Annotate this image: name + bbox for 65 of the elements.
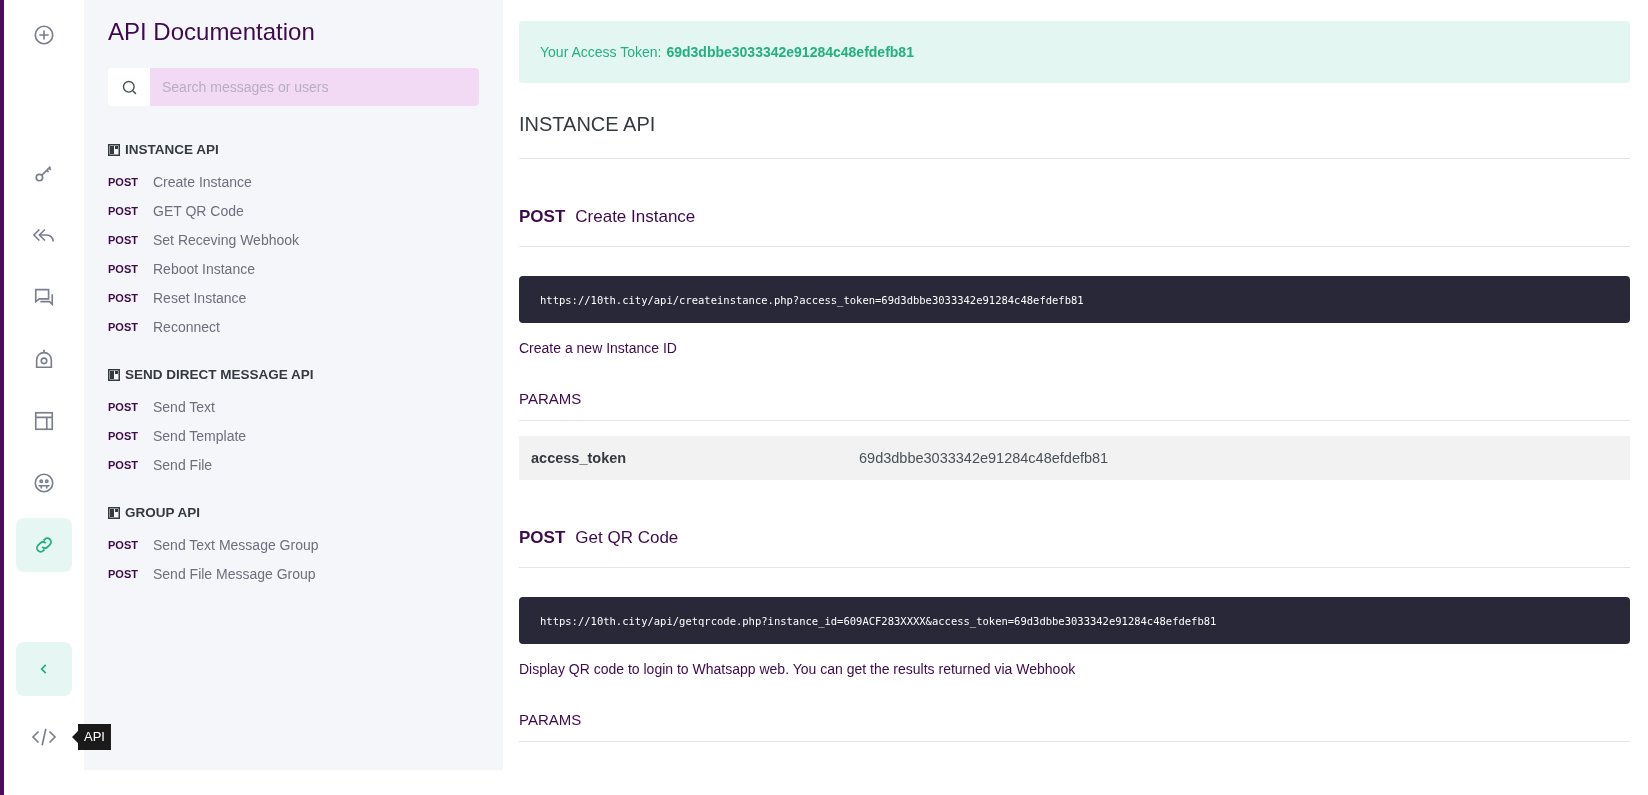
endpoint-label: Reboot Instance bbox=[153, 260, 255, 277]
method-label: POST bbox=[108, 567, 139, 580]
endpoint-description: Display QR code to login to Whatsapp web. You can get the results returned via Webhook bbox=[519, 661, 1077, 677]
endpoint-label: Send Text Message Group bbox=[153, 536, 319, 553]
tooltip: API bbox=[72, 724, 111, 750]
group-title: SEND DIRECT MESSAGE API bbox=[125, 367, 314, 382]
layout-icon bbox=[33, 410, 55, 432]
method-label: POST bbox=[108, 175, 139, 188]
endpoint-label: Create Instance bbox=[153, 173, 252, 190]
endpoint-label: Reset Instance bbox=[153, 289, 247, 306]
plus-circle-icon bbox=[33, 24, 55, 46]
group-title: GROUP API bbox=[125, 505, 200, 520]
group-title: INSTANCE API bbox=[125, 142, 219, 157]
params-heading: PARAMS bbox=[519, 711, 583, 728]
url-text: https://10th.city/api/createinstance.php?access_token=69d3dbbe3033342e91284c48efdefb81 bbox=[540, 293, 1084, 306]
endpoint-link[interactable]: POST Send Template bbox=[108, 421, 479, 450]
endpoint-label: Send Text bbox=[153, 398, 215, 415]
endpoint-link[interactable]: POST Reboot Instance bbox=[108, 254, 479, 283]
method-label: POST bbox=[108, 204, 139, 217]
method-label: POST bbox=[108, 538, 139, 551]
webcam-icon bbox=[33, 348, 55, 370]
method-label: POST bbox=[108, 400, 139, 413]
panel-icon bbox=[108, 506, 120, 519]
panel-icon bbox=[108, 143, 120, 156]
endpoint-link[interactable]: POST Set Receving Webhook bbox=[108, 225, 479, 254]
endpoint-title: Create Instance bbox=[575, 207, 696, 227]
param-name: access_token bbox=[531, 450, 628, 466]
chat-icon bbox=[33, 286, 55, 308]
code-icon bbox=[31, 726, 57, 748]
endpoint-label: Send Template bbox=[153, 427, 247, 444]
method-label: POST bbox=[108, 233, 139, 246]
endpoint-link[interactable]: POST GET QR Code bbox=[108, 196, 479, 225]
method-label: POST bbox=[519, 528, 566, 548]
method-label: POST bbox=[108, 291, 139, 304]
search-icon bbox=[120, 78, 138, 96]
endpoint-label: Send File bbox=[153, 456, 213, 473]
param-value: 69d3dbbe3033342e91284c48efdefb81 bbox=[859, 450, 1109, 466]
endpoint-label: Send File Message Group bbox=[153, 565, 316, 582]
endpoint-link[interactable]: POST Send Text Message Group bbox=[108, 530, 479, 559]
url-text: https://10th.city/api/getqrcode.php?instance_id=609ACF283XXXX&access_token=69d3dbbe3033342e91284c48efdefb81 bbox=[540, 614, 1217, 627]
section-title: INSTANCE API bbox=[519, 113, 657, 136]
token-label: Your Access Token: bbox=[540, 44, 662, 60]
params-heading: PARAMS bbox=[519, 390, 583, 407]
endpoint-link[interactable]: POST Reset Instance bbox=[108, 283, 479, 312]
endpoint-description: Create a new Instance ID bbox=[519, 340, 678, 356]
method-label: POST bbox=[108, 458, 139, 471]
endpoint-label: Reconnect bbox=[153, 318, 220, 335]
method-label: POST bbox=[108, 262, 139, 275]
emoji-icon bbox=[33, 472, 55, 494]
endpoint-link[interactable]: POST Send File Message Group bbox=[108, 559, 479, 588]
endpoint-link[interactable]: POST Send Text bbox=[108, 392, 479, 421]
method-label: POST bbox=[108, 429, 139, 442]
panel-icon bbox=[108, 368, 120, 381]
endpoint-label: GET QR Code bbox=[153, 202, 244, 219]
nav-button[interactable] bbox=[16, 518, 72, 572]
endpoint-label: Set Receving Webhook bbox=[153, 231, 300, 248]
token-value: 69d3dbbe3033342e91284c48efdefb81 bbox=[666, 44, 914, 60]
endpoint-title: Get QR Code bbox=[575, 528, 679, 548]
endpoint-link[interactable]: POST Send File bbox=[108, 450, 479, 479]
endpoint-link[interactable]: POST Create Instance bbox=[108, 167, 479, 196]
link-icon bbox=[33, 534, 55, 556]
method-label: POST bbox=[108, 320, 139, 333]
endpoint-link[interactable]: POST Reconnect bbox=[108, 312, 479, 341]
method-label: POST bbox=[519, 207, 566, 227]
sidebar-title: API Documentation bbox=[108, 18, 316, 46]
